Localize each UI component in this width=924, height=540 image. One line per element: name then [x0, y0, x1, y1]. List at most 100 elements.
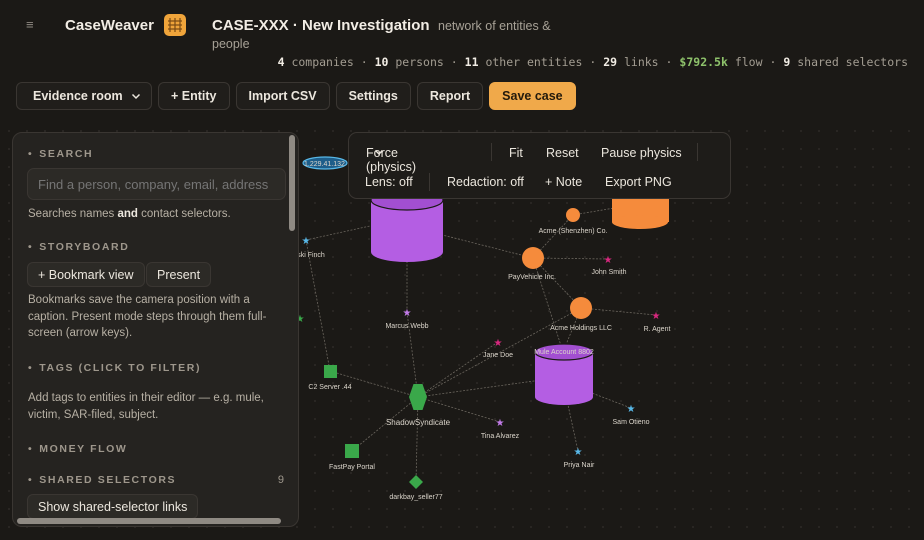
node-label: John Smith — [591, 269, 626, 276]
case-stats: 4 companies · 10 persons · 11 other enti… — [278, 55, 908, 69]
stat-separator: · — [589, 55, 597, 69]
person-node[interactable]: ★ — [652, 311, 661, 322]
vault-node[interactable] — [370, 189, 444, 262]
chevron-down-icon — [131, 93, 141, 100]
tags-hint: Add tags to entities in their editor — e… — [28, 392, 264, 421]
present-button[interactable]: Present — [146, 262, 212, 287]
node-label: Jane Doe — [483, 352, 513, 359]
reset-button[interactable]: Reset — [546, 146, 579, 160]
company-node[interactable] — [570, 297, 592, 319]
toolbar-divider — [697, 143, 698, 161]
portal-node[interactable] — [345, 444, 359, 458]
node-label: ShadowSyndicate — [386, 418, 451, 427]
stat-shared-count: 9 — [783, 55, 791, 69]
pause-physics-button[interactable]: Pause physics — [601, 146, 682, 160]
add-entity-button[interactable]: + Entity — [158, 82, 230, 110]
stat-companies-label: companies — [291, 55, 354, 69]
main-toolbar: Evidence room + Entity Import CSV Settin… — [16, 82, 576, 110]
company-node[interactable] — [522, 247, 544, 269]
graph-edge — [580, 307, 657, 316]
menu-icon[interactable]: ≡ — [26, 17, 34, 32]
syndicate-node[interactable] — [409, 384, 427, 410]
grid-logo-icon — [164, 14, 186, 36]
node-label: Tina Alvarez — [481, 433, 520, 440]
graph-edge — [305, 225, 371, 241]
graph-edge — [305, 239, 331, 372]
node-label: Acme Holdings LLC — [550, 325, 612, 332]
search-input[interactable] — [27, 168, 286, 200]
section-search-title: • SEARCH — [28, 148, 94, 160]
server-node[interactable] — [324, 365, 337, 378]
person-node[interactable]: ★ — [496, 418, 505, 429]
toolbar-divider — [429, 173, 430, 191]
stat-persons-label: persons — [395, 55, 444, 69]
add-note-button[interactable]: + Note — [545, 175, 582, 189]
node-label: Acme (Shenzhen) Co. — [539, 228, 608, 235]
settings-button[interactable]: Settings — [335, 82, 411, 110]
redaction-toggle[interactable]: Redaction: off — [447, 175, 524, 189]
save-case-button[interactable]: Save case — [489, 82, 576, 110]
seller-node[interactable] — [409, 475, 423, 489]
node-label: darkbay_seller77 — [389, 494, 442, 501]
case-title: CASE-XXX · New Investigation network of … — [212, 17, 572, 53]
company-node[interactable] — [566, 208, 580, 222]
layout-select-value: Force (physics) — [366, 146, 417, 174]
layout-select[interactable]: Force (physics) — [366, 146, 416, 174]
toolbar-divider — [491, 143, 492, 161]
person-node[interactable]: ★ — [302, 236, 311, 247]
room-select[interactable]: Evidence room — [16, 82, 152, 110]
graph-edge — [532, 257, 564, 353]
bookmark-view-button[interactable]: + Bookmark view — [27, 262, 145, 287]
panel-scrollbar[interactable] — [289, 135, 295, 231]
panel-horizontal-scrollbar[interactable] — [17, 518, 281, 524]
stat-separator: · — [769, 55, 777, 69]
node-label: R. Agent — [644, 326, 671, 333]
stat-flow-amount: $792.5k — [679, 55, 728, 69]
stat-links-count: 29 — [603, 55, 618, 69]
graph-edge — [417, 341, 499, 398]
stat-other-count: 11 — [464, 55, 479, 69]
show-shared-selector-links-button[interactable]: Show shared-selector links — [27, 494, 199, 519]
stat-shared-label: shared selectors — [797, 55, 908, 69]
person-node[interactable]: ★ — [574, 447, 583, 458]
section-storyboard-title: • STORYBOARD — [28, 241, 130, 253]
section-tags-title: • TAGS (CLICK TO FILTER) — [28, 362, 202, 374]
lens-toggle[interactable]: Lens: off — [365, 175, 413, 189]
person-node[interactable]: ★ — [627, 404, 636, 415]
person-node[interactable]: ★ — [494, 338, 503, 349]
storyboard-hint: Bookmarks save the camera position with … — [28, 294, 267, 339]
stat-links-label: links — [623, 55, 659, 69]
graph-edge — [532, 257, 609, 260]
person-node[interactable]: ★ — [403, 308, 412, 319]
node-label: Priya Nair — [564, 462, 595, 469]
node-label: Marcus Webb — [385, 323, 428, 330]
report-button[interactable]: Report — [416, 82, 484, 110]
graph-toolbar: Force (physics) Fit Reset Pause physics … — [348, 132, 731, 199]
room-select-value: Evidence room — [33, 89, 123, 103]
fit-button[interactable]: Fit — [509, 146, 523, 160]
shared-selectors-count: 9 — [277, 474, 284, 486]
app-name: CaseWeaver — [65, 17, 154, 34]
person-node[interactable]: ★ — [604, 255, 613, 266]
stat-other-label: other entities — [485, 55, 583, 69]
node-label: PayVehicle Inc. — [508, 274, 556, 281]
stat-separator: · — [450, 55, 458, 69]
node-label: FastPay Portal — [329, 464, 375, 471]
section-shared-selectors-title: • SHARED SELECTORS — [28, 474, 177, 486]
export-png-button[interactable]: Export PNG — [605, 175, 672, 189]
app-header: ≡ CaseWeaver CASE-XXX · New Investigatio… — [0, 0, 924, 123]
node-label: C2 Server .44 — [308, 384, 351, 391]
search-hint: Searches names and contact selectors. — [28, 208, 231, 220]
case-name: CASE-XXX · New Investigation — [212, 17, 430, 34]
sidebar-panel: •SEARCH Searches names and contact selec… — [12, 132, 299, 527]
import-csv-button[interactable]: Import CSV — [235, 82, 330, 110]
stat-persons-count: 10 — [374, 55, 389, 69]
node-label: ski Finch — [297, 252, 325, 259]
stat-separator: · — [665, 55, 673, 69]
ip-label: 1.229.41.132 — [304, 161, 345, 168]
node-label: Mule Account 8802 — [534, 349, 594, 356]
stat-separator: · — [360, 55, 368, 69]
stat-companies-count: 4 — [277, 55, 285, 69]
stat-flow-label: flow — [734, 55, 763, 69]
section-money-flow-title: • MONEY FLOW — [28, 443, 128, 455]
